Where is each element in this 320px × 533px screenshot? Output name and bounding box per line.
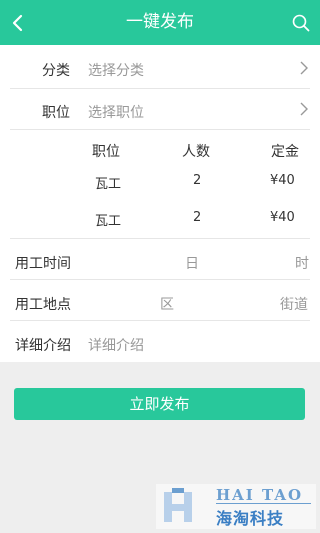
divider <box>10 129 310 130</box>
work-day-field[interactable]: 日 <box>185 253 199 273</box>
work-hour-field[interactable]: 时 <box>295 253 309 273</box>
work-location-row[interactable]: 用工地点 区 街道 <box>0 280 320 321</box>
table-cell-count: 2 <box>193 210 202 225</box>
table-header-count: 人数 <box>182 144 210 160</box>
work-location-label: 用工地点 <box>15 297 71 313</box>
details-row[interactable]: 详细介绍 详细介绍 <box>0 321 320 362</box>
work-time-row[interactable]: 用工时间 日 时 <box>0 239 320 280</box>
position-row[interactable]: 职位 选择职位 <box>0 89 320 130</box>
table-cell-count: 2 <box>193 173 202 188</box>
details-input[interactable]: 详细介绍 <box>88 335 144 355</box>
chevron-right-icon <box>300 61 308 75</box>
chevron-right-icon <box>300 102 308 116</box>
search-icon[interactable] <box>291 13 311 33</box>
table-cell-position: 瓦工 <box>95 177 122 192</box>
haitao-watermark: HAI TAO 海淘科技 <box>156 484 316 529</box>
table-header-deposit: 定金 <box>271 144 299 160</box>
position-select[interactable]: 选择职位 <box>88 102 144 122</box>
details-label: 详细介绍 <box>15 338 71 354</box>
table-cell-deposit: ¥40 <box>270 173 295 188</box>
street-field[interactable]: 街道 <box>280 294 308 314</box>
work-time-label: 用工时间 <box>15 256 71 272</box>
publish-button[interactable]: 立即发布 <box>14 388 305 420</box>
app-header: 一键发布 <box>0 0 320 45</box>
category-label: 分类 <box>42 63 70 79</box>
table-header-position: 职位 <box>92 144 120 160</box>
category-select[interactable]: 选择分类 <box>88 60 144 80</box>
watermark-text-cn: 海淘科技 <box>216 509 285 528</box>
publish-form: 分类 选择分类 职位 选择职位 职位 人数 定金 瓦工 2 ¥40 瓦工 2 ¥… <box>0 45 320 362</box>
table-cell-deposit: ¥40 <box>270 210 295 225</box>
district-field[interactable]: 区 <box>160 294 174 314</box>
page-title: 一键发布 <box>126 12 194 32</box>
watermark-text-en: HAI TAO <box>216 486 304 504</box>
haitao-logo-icon <box>164 488 192 522</box>
position-label: 职位 <box>42 105 70 121</box>
watermark-divider <box>216 503 311 504</box>
category-row[interactable]: 分类 选择分类 <box>0 48 320 89</box>
table-cell-position: 瓦工 <box>95 214 122 229</box>
